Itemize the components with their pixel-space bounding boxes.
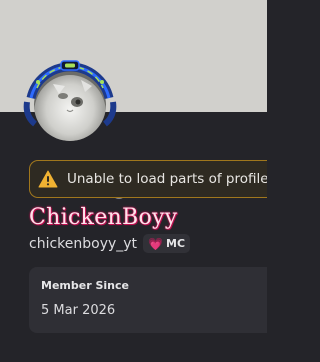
cat-avatar-icon (34, 69, 106, 141)
username[interactable]: chickenboyy_yt (29, 236, 137, 252)
avatar[interactable] (23, 58, 132, 204)
server-tag[interactable]: 💗 MC (143, 234, 191, 253)
username-row: chickenboyy_yt 💗 MC (29, 234, 191, 253)
member-since-date: 5 Mar 2026 (41, 303, 116, 318)
alert-message: Unable to load parts of profile (67, 171, 267, 187)
avatar-decoration-icon (23, 60, 117, 141)
display-name: ChickenBoyy (29, 205, 178, 230)
profile-load-alert: Unable to load parts of profile (29, 160, 267, 198)
member-since-card: Member Since 5 Mar 2026 (29, 267, 267, 333)
user-profile-panel: Unable to load parts of profile ChickenB… (0, 0, 267, 362)
heart-icon: 💗 (148, 236, 164, 251)
server-tag-label: MC (166, 237, 186, 250)
member-since-title: Member Since (41, 279, 129, 292)
warning-icon (38, 170, 58, 188)
